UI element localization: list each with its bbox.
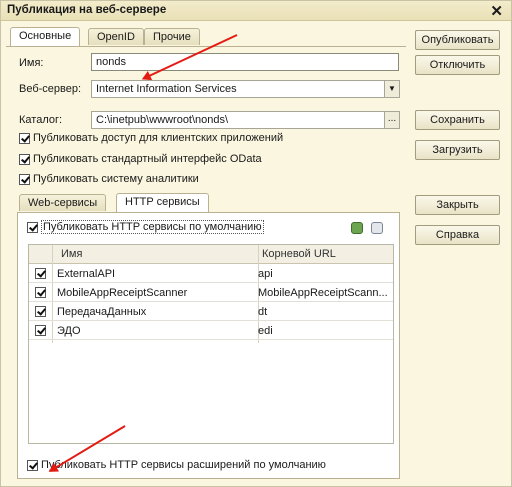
- option-label: Публиковать стандартный интерфейс OData: [33, 153, 262, 165]
- service-name: ExternalAPI: [57, 268, 116, 280]
- column-header-url: Корневой URL: [262, 248, 336, 260]
- catalog-label: Каталог:: [19, 114, 63, 126]
- publish-button[interactable]: Опубликовать: [415, 30, 500, 50]
- load-button[interactable]: Загрузить: [415, 140, 500, 160]
- option-analytics[interactable]: Публиковать систему аналитики: [19, 173, 199, 185]
- tab-openid[interactable]: OpenID: [88, 28, 144, 45]
- checkbox[interactable]: [35, 287, 46, 298]
- checkbox[interactable]: [19, 173, 30, 185]
- checkbox[interactable]: [35, 268, 46, 279]
- webserver-select[interactable]: Internet Information Services: [91, 80, 385, 98]
- http-services-table: Имя Корневой URL ExternalAPI api MobileA…: [28, 244, 394, 444]
- publish-dialog: Публикация на веб-сервере ✕ Основные Ope…: [0, 0, 512, 487]
- column-header-name: Имя: [61, 248, 83, 260]
- table-row[interactable]: MobileAppReceiptScanner MobileAppReceipt…: [29, 283, 393, 302]
- service-url: edi: [258, 325, 273, 337]
- save-button[interactable]: Сохранить: [415, 110, 500, 130]
- tab-other[interactable]: Прочие: [144, 28, 200, 45]
- disable-button[interactable]: Отключить: [415, 55, 500, 75]
- option-client-access[interactable]: Публиковать доступ для клиентских прилож…: [19, 132, 283, 144]
- option-label: Публиковать HTTP сервисы расширений по у…: [41, 459, 326, 471]
- service-url: dt: [258, 306, 268, 318]
- help-button[interactable]: Справка: [415, 225, 500, 245]
- option-http-extensions[interactable]: Публиковать HTTP сервисы расширений по у…: [27, 459, 326, 471]
- option-label: Публиковать доступ для клиентских прилож…: [33, 132, 284, 144]
- uncheck-all-icon[interactable]: [371, 222, 383, 234]
- checkbox[interactable]: [27, 459, 38, 471]
- option-http-default[interactable]: Публиковать HTTP сервисы по умолчанию: [27, 220, 264, 234]
- table-row[interactable]: ExternalAPI api: [29, 264, 393, 283]
- option-odata[interactable]: Публиковать стандартный интерфейс OData: [19, 153, 262, 165]
- service-url: api: [258, 268, 273, 280]
- tab-http-services[interactable]: HTTP сервисы: [116, 193, 209, 212]
- service-name: MobileAppReceiptScanner: [57, 287, 188, 299]
- catalog-input[interactable]: C:\inetpub\wwwroot\nonds\: [91, 111, 385, 129]
- table-row[interactable]: ЭДО edi: [29, 321, 393, 340]
- tab-main[interactable]: Основные: [10, 27, 81, 46]
- service-url: MobileAppReceiptScann...: [258, 287, 388, 299]
- title-bar: Публикация на веб-сервере ✕: [1, 1, 511, 21]
- checkbox[interactable]: [35, 306, 46, 317]
- tab-divider: [6, 46, 406, 47]
- table-header: Имя Корневой URL: [29, 245, 393, 264]
- close-button[interactable]: Закрыть: [415, 195, 500, 215]
- close-icon[interactable]: ✕: [490, 2, 503, 20]
- tab-web-services[interactable]: Web-сервисы: [19, 194, 107, 211]
- service-name: ЭДО: [57, 325, 81, 337]
- checkbox[interactable]: [19, 132, 30, 144]
- checkbox[interactable]: [19, 153, 30, 165]
- chevron-down-icon[interactable]: ▼: [384, 80, 400, 98]
- checkbox[interactable]: [27, 221, 38, 233]
- service-name: ПередачаДанных: [57, 306, 147, 318]
- window-title: Публикация на веб-сервере: [7, 4, 167, 16]
- check-all-icon[interactable]: [351, 222, 363, 234]
- option-label: Публиковать систему аналитики: [33, 173, 199, 185]
- catalog-browse-button[interactable]: ...: [384, 111, 400, 129]
- name-input[interactable]: nonds: [91, 53, 399, 71]
- name-label: Имя:: [19, 57, 44, 69]
- table-row[interactable]: ПередачаДанных dt: [29, 302, 393, 321]
- checkbox[interactable]: [35, 325, 46, 336]
- option-label: Публиковать HTTP сервисы по умолчанию: [41, 220, 264, 234]
- webserver-label: Веб-сервер:: [19, 83, 82, 95]
